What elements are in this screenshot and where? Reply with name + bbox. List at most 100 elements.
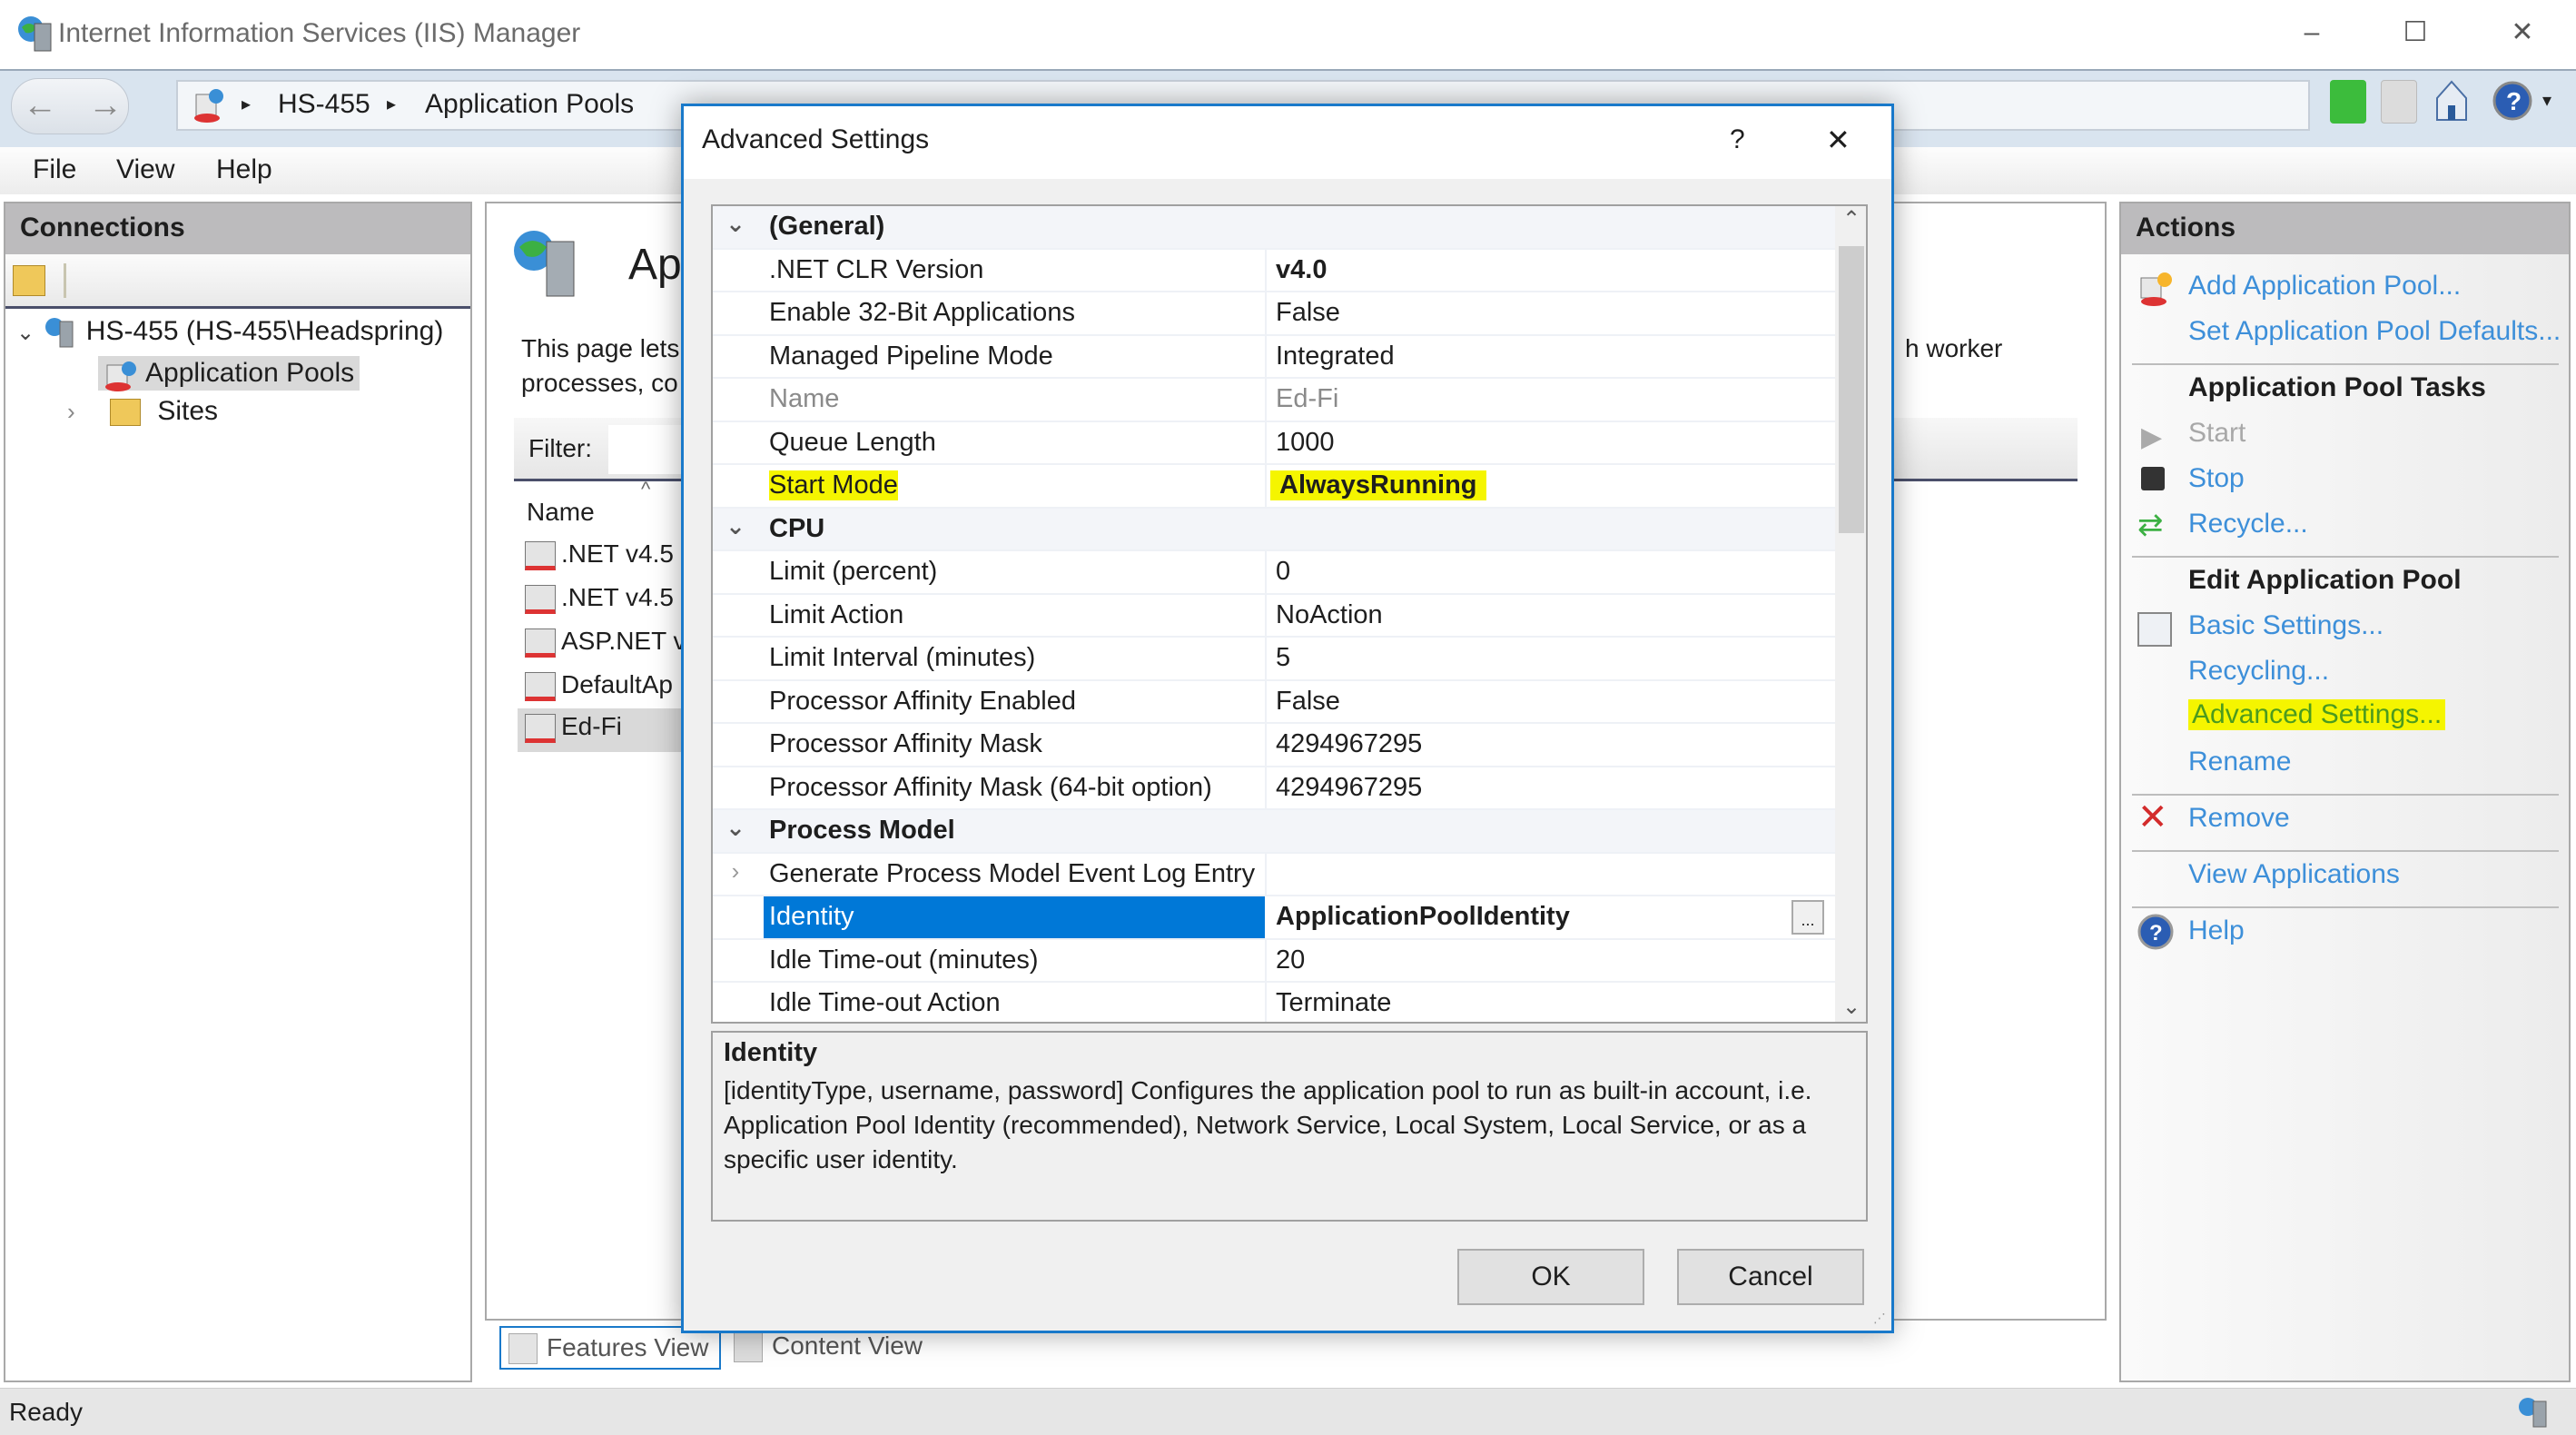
dialog-close-button[interactable]: ✕: [1826, 123, 1851, 157]
toolbar-divider: [64, 263, 66, 298]
property-row[interactable]: Limit Interval (minutes) 5: [713, 638, 1835, 681]
basic-settings-link[interactable]: Basic Settings...: [2188, 610, 2384, 641]
property-row-identity-selected[interactable]: Identity ApplicationPoolIdentity ...: [713, 896, 1835, 940]
help-link[interactable]: Help: [2188, 915, 2245, 946]
app-pools-icon: [191, 87, 227, 124]
home-icon[interactable]: [2433, 78, 2470, 124]
back-arrow-icon[interactable]: ←: [23, 86, 57, 125]
property-row[interactable]: Limit (percent) 0: [713, 551, 1835, 595]
cancel-button[interactable]: Cancel: [1677, 1249, 1864, 1305]
identity-ellipsis-button[interactable]: ...: [1791, 900, 1824, 935]
help-dropdown-arrow-icon[interactable]: ▾: [2542, 89, 2551, 112]
property-row-start-mode[interactable]: Start Mode AlwaysRunning: [713, 465, 1835, 509]
property-row[interactable]: Enable 32-Bit Applications False: [713, 292, 1835, 336]
recycle-link[interactable]: Recycle...: [2188, 509, 2308, 539]
property-value[interactable]: v4.0: [1276, 255, 1327, 285]
title-bar: Internet Information Services (IIS) Mana…: [0, 0, 2576, 69]
property-description: Identity [identityType, username, passwo…: [711, 1031, 1868, 1222]
property-value[interactable]: 4294967295: [1276, 729, 1422, 759]
property-grid-scrollbar[interactable]: ⌃ ⌄: [1835, 206, 1866, 1022]
list-item[interactable]: ASP.NET v: [525, 627, 686, 658]
category-process-model[interactable]: ⌄ Process Model: [713, 810, 1835, 854]
list-item[interactable]: DefaultAp: [525, 670, 673, 701]
property-row[interactable]: › Generate Process Model Event Log Entry: [713, 853, 1835, 896]
property-value[interactable]: 1000: [1276, 428, 1335, 458]
property-value[interactable]: 0: [1276, 557, 1290, 587]
property-value[interactable]: AlwaysRunning: [1270, 470, 1486, 500]
scroll-up-icon[interactable]: ⌃: [1842, 206, 1860, 233]
close-window-button[interactable]: ✕: [2495, 13, 2550, 53]
app-pool-tasks-header: Application Pool Tasks: [2188, 372, 2486, 402]
chevron-down-icon[interactable]: ⌄: [722, 814, 749, 842]
chevron-right-icon[interactable]: ›: [67, 398, 75, 425]
tab-label: Content View: [772, 1331, 923, 1360]
menu-file[interactable]: File: [33, 154, 76, 185]
ok-button[interactable]: OK: [1457, 1249, 1644, 1305]
property-value[interactable]: 5: [1276, 643, 1290, 673]
svg-text:?: ?: [2149, 921, 2163, 945]
property-row[interactable]: Queue Length 1000: [713, 421, 1835, 465]
list-item[interactable]: .NET v4.5: [525, 539, 674, 570]
rename-link[interactable]: Rename: [2188, 747, 2291, 777]
chevron-right-icon[interactable]: ›: [722, 857, 749, 886]
stop-icon[interactable]: [2381, 80, 2417, 124]
tree-item-application-pools[interactable]: Application Pools: [98, 356, 360, 391]
chevron-down-icon[interactable]: ⌄: [722, 512, 749, 540]
property-row[interactable]: Limit Action NoAction: [713, 594, 1835, 638]
tree-item-sites[interactable]: › Sites: [67, 396, 218, 427]
property-name: Queue Length: [769, 427, 936, 457]
property-row[interactable]: Idle Time-out (minutes) 20: [713, 939, 1835, 983]
list-item-selected[interactable]: Ed-Fi: [518, 708, 699, 752]
breadcrumb-app-pools[interactable]: Application Pools: [425, 89, 634, 120]
category-general[interactable]: ⌄ (General): [713, 206, 1835, 250]
property-row[interactable]: .NET CLR Version v4.0: [713, 249, 1835, 292]
property-row[interactable]: Name Ed-Fi: [713, 379, 1835, 422]
property-value[interactable]: 20: [1276, 945, 1305, 975]
start-link[interactable]: Start: [2188, 418, 2245, 449]
tree-server[interactable]: ⌄ HS-455 (HS-455\Headspring): [16, 316, 443, 349]
remove-link[interactable]: Remove: [2188, 803, 2290, 834]
refresh-icon[interactable]: [2330, 80, 2366, 124]
menu-view[interactable]: View: [116, 154, 174, 185]
property-row[interactable]: Idle Time-out Action Terminate: [713, 983, 1835, 1022]
minimize-button[interactable]: –: [2285, 13, 2339, 53]
recycling-link[interactable]: Recycling...: [2188, 656, 2329, 687]
stop-link[interactable]: Stop: [2188, 463, 2245, 494]
breadcrumb-server[interactable]: HS-455: [278, 89, 370, 120]
chevron-down-icon[interactable]: ⌄: [722, 210, 749, 238]
chevron-down-icon[interactable]: ⌄: [16, 321, 35, 345]
property-row[interactable]: Processor Affinity Mask 4294967295: [713, 724, 1835, 767]
forward-arrow-icon[interactable]: →: [88, 86, 123, 125]
pool-name: .NET v4.5: [561, 583, 674, 611]
dialog-help-button[interactable]: ?: [1730, 124, 1745, 155]
add-application-pool-link[interactable]: Add Application Pool...: [2188, 271, 2461, 302]
property-value[interactable]: False: [1276, 687, 1340, 717]
maximize-button[interactable]: ☐: [2388, 13, 2443, 53]
property-value[interactable]: Integrated: [1276, 341, 1395, 371]
property-value[interactable]: 4294967295: [1276, 773, 1422, 803]
property-value[interactable]: Terminate: [1276, 988, 1391, 1018]
server-globe-icon: [512, 229, 585, 302]
property-row[interactable]: Managed Pipeline Mode Integrated: [713, 335, 1835, 379]
set-app-pool-defaults-link[interactable]: Set Application Pool Defaults...: [2188, 316, 2561, 347]
actions-divider: [2132, 363, 2559, 365]
app-pool-icon: [525, 540, 556, 570]
menu-help[interactable]: Help: [216, 154, 272, 185]
category-cpu[interactable]: ⌄ CPU: [713, 508, 1835, 551]
dialog-titlebar[interactable]: Advanced Settings ? ✕: [684, 106, 1891, 179]
help-icon[interactable]: ?: [2492, 80, 2533, 122]
property-row[interactable]: Processor Affinity Mask (64-bit option) 4…: [713, 767, 1835, 810]
advanced-settings-link[interactable]: Advanced Settings...: [2188, 699, 2446, 730]
scroll-down-icon[interactable]: ⌄: [1842, 994, 1860, 1020]
resize-grip-icon[interactable]: ⋰: [1873, 1311, 1886, 1326]
view-applications-link[interactable]: View Applications: [2188, 859, 2400, 890]
property-value[interactable]: NoAction: [1276, 600, 1383, 630]
scrollbar-thumb[interactable]: [1839, 246, 1864, 533]
connect-folder-icon[interactable]: [13, 265, 45, 296]
property-value[interactable]: False: [1276, 298, 1340, 328]
list-item[interactable]: .NET v4.5: [525, 583, 674, 614]
column-header-name[interactable]: Name: [527, 498, 595, 527]
property-value[interactable]: ApplicationPoolIdentity: [1276, 902, 1570, 932]
column-divider: [1265, 421, 1267, 463]
property-row[interactable]: Processor Affinity Enabled False: [713, 680, 1835, 724]
